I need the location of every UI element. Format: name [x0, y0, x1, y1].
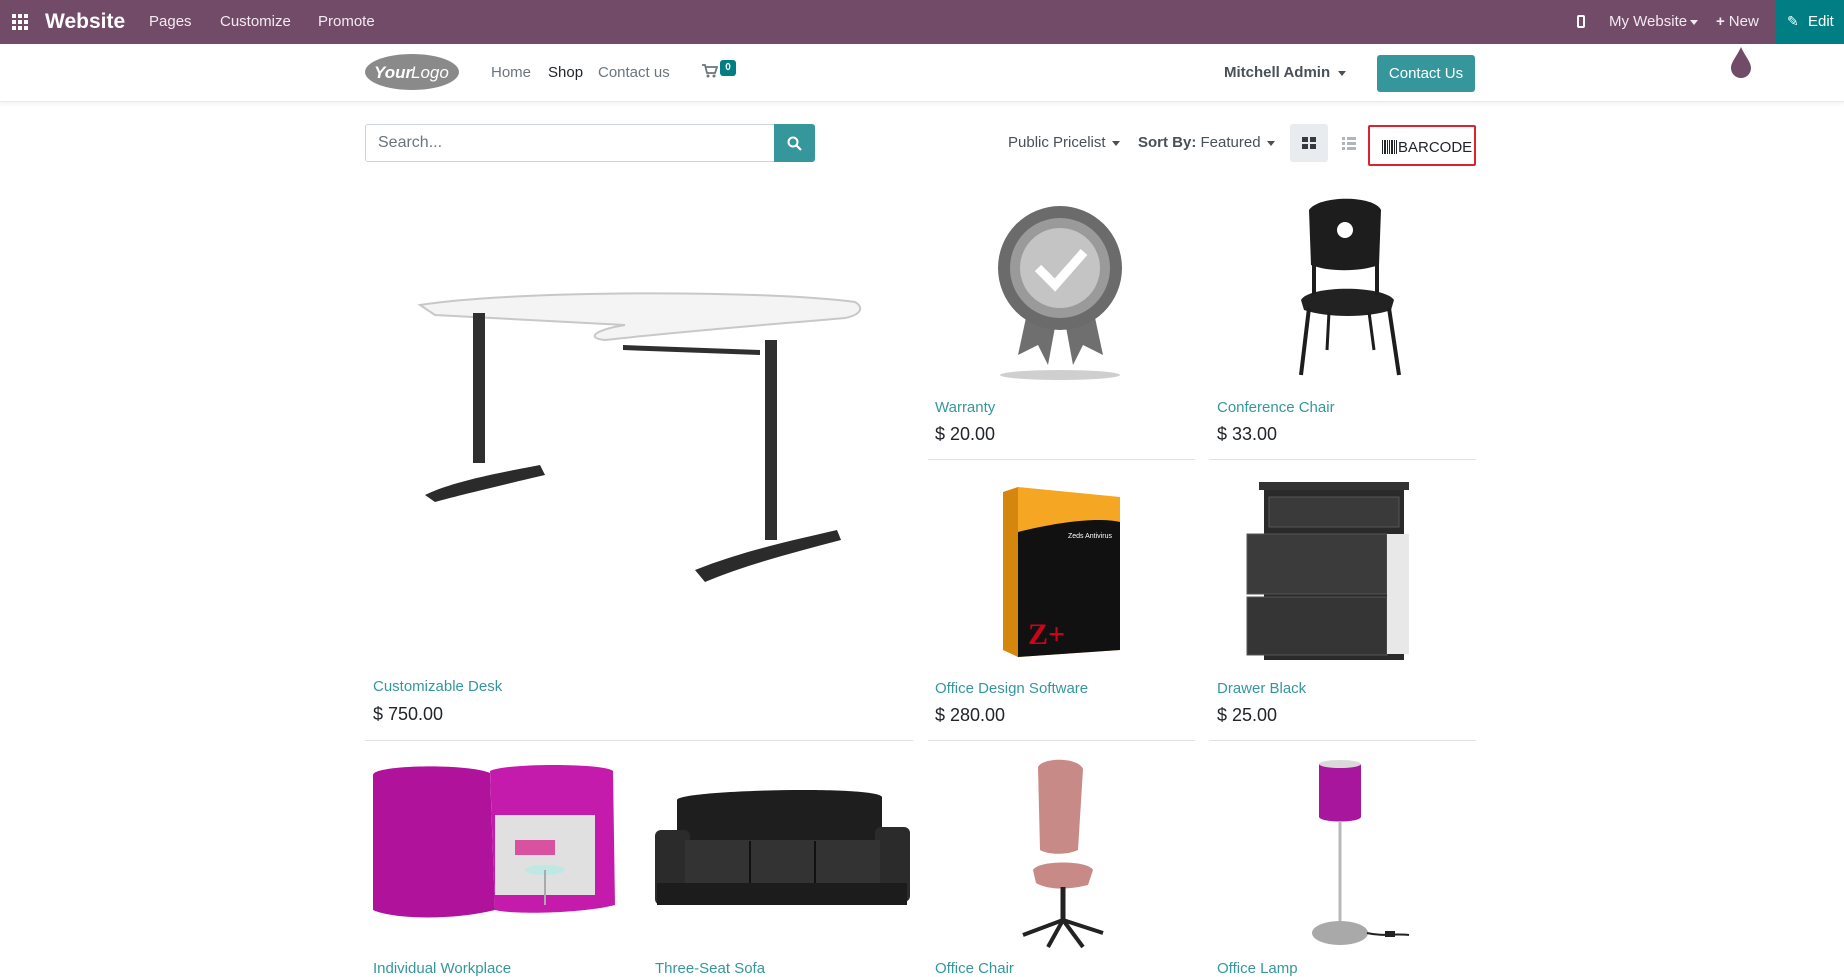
pricelist-label: Public Pricelist	[1008, 134, 1106, 151]
sort-dropdown[interactable]: Sort By: Featured	[1138, 134, 1275, 151]
card-divider	[928, 740, 1195, 741]
grid-view-button[interactable]	[1290, 124, 1328, 162]
product-name[interactable]: Drawer Black	[1217, 680, 1306, 697]
sofa-image[interactable]	[647, 755, 914, 955]
plus-icon: +	[1716, 13, 1725, 30]
chevron-down-icon	[1111, 140, 1120, 146]
product-card[interactable]: Warranty $ 20.00	[928, 190, 1195, 460]
product-card[interactable]: Customizable Desk $ 750.00	[365, 190, 913, 742]
barcode-icon	[1382, 140, 1397, 154]
chevron-down-icon	[1266, 140, 1275, 146]
product-card[interactable]: Zeds Antivirus Z+ Office Design Software…	[928, 472, 1195, 742]
booth-image[interactable]	[365, 755, 632, 955]
website-switcher[interactable]: My Website	[1609, 13, 1699, 30]
card-divider	[1209, 459, 1476, 460]
product-price: $ 20.00	[935, 424, 996, 444]
product-name[interactable]: Warranty	[935, 399, 995, 416]
drawer-image[interactable]	[1209, 472, 1476, 672]
software-box-image[interactable]: Zeds Antivirus Z+	[928, 472, 1195, 672]
product-price: $ 33.00	[1217, 424, 1278, 444]
lamp-image[interactable]	[1209, 755, 1476, 955]
office-chair-image[interactable]	[928, 755, 1195, 955]
edit-button[interactable]: ✎ Edit	[1776, 0, 1844, 44]
menu-pages[interactable]: Pages	[149, 13, 192, 30]
user-menu[interactable]: Mitchell Admin	[1224, 64, 1347, 81]
desk-image[interactable]	[365, 190, 913, 660]
list-view-button[interactable]	[1330, 124, 1368, 162]
product-card[interactable]: Drawer Black $ 25.00	[1209, 472, 1476, 742]
edit-label: Edit	[1808, 13, 1834, 30]
svg-text:Zeds Antivirus: Zeds Antivirus	[1068, 533, 1112, 540]
search-input[interactable]	[365, 124, 775, 162]
product-name[interactable]: Customizable Desk	[373, 678, 502, 695]
product-name[interactable]: Office Chair	[935, 960, 1014, 977]
admin-navbar: Website Pages Customize Promote My Websi…	[0, 0, 1844, 44]
website-header: Your Logo Home Shop Contact us 0 Mitchel…	[0, 44, 1844, 102]
shopping-cart-icon[interactable]	[702, 64, 718, 78]
pencil-icon: ✎	[1787, 13, 1799, 29]
card-divider	[365, 740, 913, 741]
product-name[interactable]: Office Design Software	[935, 680, 1088, 697]
product-name[interactable]: Conference Chair	[1217, 399, 1335, 416]
svg-text:Your: Your	[374, 63, 413, 82]
chevron-down-icon	[1338, 70, 1347, 76]
website-switcher-label: My Website	[1609, 13, 1688, 30]
sort-value: Featured	[1200, 134, 1261, 151]
nav-shop[interactable]: Shop	[548, 64, 583, 81]
new-content-button[interactable]: + New	[1716, 13, 1759, 30]
barcode-scan-button[interactable]: BARCODE	[1368, 125, 1476, 166]
barcode-label: BARCODE	[1398, 139, 1473, 156]
contact-us-button[interactable]: Contact Us	[1377, 55, 1475, 92]
nav-contact-us[interactable]: Contact us	[598, 64, 670, 81]
theme-drop-icon[interactable]	[1730, 46, 1752, 78]
product-name[interactable]: Individual Workplace	[373, 960, 511, 977]
product-card[interactable]: Office Chair	[928, 755, 1195, 977]
product-card[interactable]: Individual Workplace	[365, 755, 632, 977]
product-card[interactable]: Conference Chair $ 33.00	[1209, 190, 1476, 460]
product-name[interactable]: Office Lamp	[1217, 960, 1298, 977]
company-logo[interactable]: Your Logo	[364, 52, 460, 92]
chair-image[interactable]	[1209, 190, 1476, 390]
product-card[interactable]: Office Lamp	[1209, 755, 1476, 977]
svg-text:Logo: Logo	[411, 63, 449, 82]
list-icon	[1342, 137, 1356, 150]
card-divider	[928, 459, 1195, 460]
chevron-down-icon	[1690, 19, 1699, 25]
product-card[interactable]: Three-Seat Sofa	[647, 755, 914, 977]
mobile-preview-icon[interactable]	[1577, 15, 1585, 28]
product-price: $ 280.00	[935, 705, 1006, 725]
warranty-badge-image[interactable]	[928, 190, 1195, 390]
svg-text:Z+: Z+	[1028, 618, 1065, 651]
card-divider	[1209, 740, 1476, 741]
search-button[interactable]	[774, 124, 815, 162]
nav-home[interactable]: Home	[491, 64, 531, 81]
user-name: Mitchell Admin	[1224, 64, 1331, 81]
grid-icon	[1302, 137, 1316, 149]
search-icon	[787, 136, 802, 151]
new-label: New	[1728, 13, 1759, 30]
menu-customize[interactable]: Customize	[220, 13, 291, 30]
apps-menu-icon[interactable]	[12, 14, 30, 30]
product-price: $ 25.00	[1217, 705, 1278, 725]
sort-label: Sort By:	[1138, 134, 1197, 151]
product-name[interactable]: Three-Seat Sofa	[655, 960, 765, 977]
cart-count-badge: 0	[720, 60, 736, 76]
app-brand[interactable]: Website	[45, 10, 125, 34]
pricelist-dropdown[interactable]: Public Pricelist	[1008, 134, 1120, 151]
menu-promote[interactable]: Promote	[318, 13, 375, 30]
product-price: $ 750.00	[373, 704, 444, 724]
